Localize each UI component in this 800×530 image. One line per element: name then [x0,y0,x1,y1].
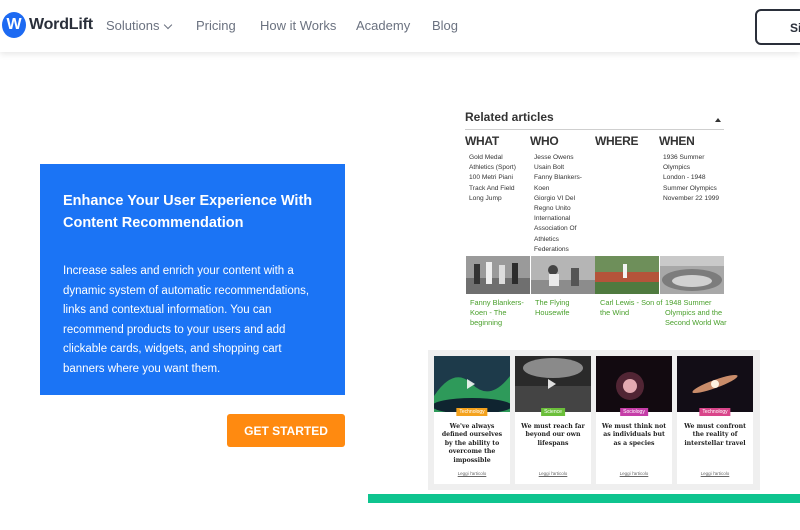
entity-item[interactable]: International [534,214,594,224]
entity-item[interactable]: Long Jump [469,194,529,204]
card-image [677,356,753,412]
widget-card[interactable]: Technology We've always defined ourselve… [434,356,510,484]
chevron-down-icon [164,20,173,30]
card-image [515,356,591,412]
play-icon [467,379,475,389]
entity-item[interactable]: 1936 Summer [663,153,723,163]
article-photo[interactable] [660,256,724,294]
card-title: We must confront the reality of interste… [684,423,746,447]
widget-card[interactable]: Sociology We must think not as individua… [596,356,672,484]
category-badge: Science [541,408,565,416]
hero-card: Enhance Your User Experience With Conten… [40,164,345,395]
entity-item[interactable]: 100 Metri Piani [469,173,529,183]
read-article-link[interactable]: Leggi l'articolo [677,471,753,476]
column-head: WHAT [465,134,499,148]
column-what: WHAT Gold Medal Athletics (Sport) 100 Me… [465,134,529,204]
entity-item[interactable]: Olympics [663,163,723,173]
entity-item[interactable]: November 22 1999 [663,194,723,204]
column-who: WHO Jesse Owens Usain Bolt Fanny Blanker… [530,134,594,255]
card-title: We've always defined ourselves by the ab… [441,423,503,464]
widget-card[interactable]: Technology We must confront the reality … [677,356,753,484]
column-when: WHEN 1936 Summer Olympics London - 1948 … [659,134,723,204]
article-photo[interactable] [466,256,530,294]
wordlift-logo[interactable]: W WordLift [2,12,93,38]
entity-item[interactable]: Regno Unito [534,204,594,214]
collapse-caret-icon[interactable] [715,118,721,122]
card-title: We must think not as individuals but as … [601,423,667,447]
nav-solutions-label: Solutions [106,18,160,33]
logo-badge-icon: W [2,12,26,38]
entity-item[interactable]: Federations [534,245,594,255]
card-image [596,356,672,412]
column-head: WHO [530,134,559,148]
logo-text: WordLift [29,16,93,33]
category-badge: Technology [699,408,731,416]
read-article-link[interactable]: Leggi l'articolo [434,471,510,476]
entity-item[interactable]: Athletics [534,235,594,245]
article-photo[interactable] [531,256,595,294]
read-article-link[interactable]: Leggi l'articolo [596,471,672,476]
play-icon [548,379,556,389]
related-articles-title: Related articles [465,110,554,124]
category-badge: Technology [456,408,488,416]
entity-item[interactable]: Fanny Blankers- [534,173,594,183]
article-photo[interactable] [595,256,659,294]
entity-item[interactable]: Association Of [534,224,594,234]
entity-list: 1936 Summer Olympics London - 1948 Summe… [659,153,723,204]
column-where: WHERE [595,134,659,148]
nav-blog[interactable]: Blog [432,18,458,33]
card-title: We must reach far beyond our own lifespa… [521,423,585,447]
entity-item[interactable]: Track And Field [469,184,529,194]
entity-list: Jesse Owens Usain Bolt Fanny Blankers- K… [530,153,594,255]
category-badge: Sociology [620,408,648,416]
nav-academy[interactable]: Academy [356,18,410,33]
entity-item[interactable]: Usain Bolt [534,163,594,173]
widget-card[interactable]: Science We must reach far beyond our own… [515,356,591,484]
sign-in-button[interactable]: Si [755,9,800,45]
entity-item[interactable]: Giorgio VI Del [534,194,594,204]
entity-item[interactable]: Jesse Owens [534,153,594,163]
read-article-link[interactable]: Leggi l'articolo [515,471,591,476]
column-head: WHEN [659,134,695,148]
column-head: WHERE [595,134,639,148]
nav-pricing[interactable]: Pricing [196,18,236,33]
article-link[interactable]: Fanny Blankers-Koen - The beginning [470,298,534,328]
nav-how-it-works[interactable]: How it Works [260,18,336,33]
entity-item[interactable]: London - 1948 [663,173,723,183]
entity-list: Gold Medal Athletics (Sport) 100 Metri P… [465,153,529,204]
article-link[interactable]: 1948 Summer Olympics and the Second Worl… [665,298,729,328]
entity-item[interactable]: Summer Olympics [663,184,723,194]
article-link[interactable]: Carl Lewis - Son of the Wind [600,298,664,318]
card-image [434,356,510,412]
nav-solutions[interactable]: Solutions [106,18,173,33]
entity-item[interactable]: Athletics (Sport) [469,163,529,173]
hero-body: Increase sales and enrich your content w… [63,265,310,375]
top-navigation: W WordLift Solutions Pricing How it Work… [0,0,800,52]
article-link[interactable]: The Flying Housewife [535,298,599,318]
divider [465,129,724,130]
entity-item[interactable]: Koen [534,184,594,194]
accent-bar [368,494,800,503]
hero-heading: Enhance Your User Experience With Conten… [63,193,313,231]
entity-item[interactable]: Gold Medal [469,153,529,163]
get-started-button[interactable]: GET STARTED [227,414,345,447]
